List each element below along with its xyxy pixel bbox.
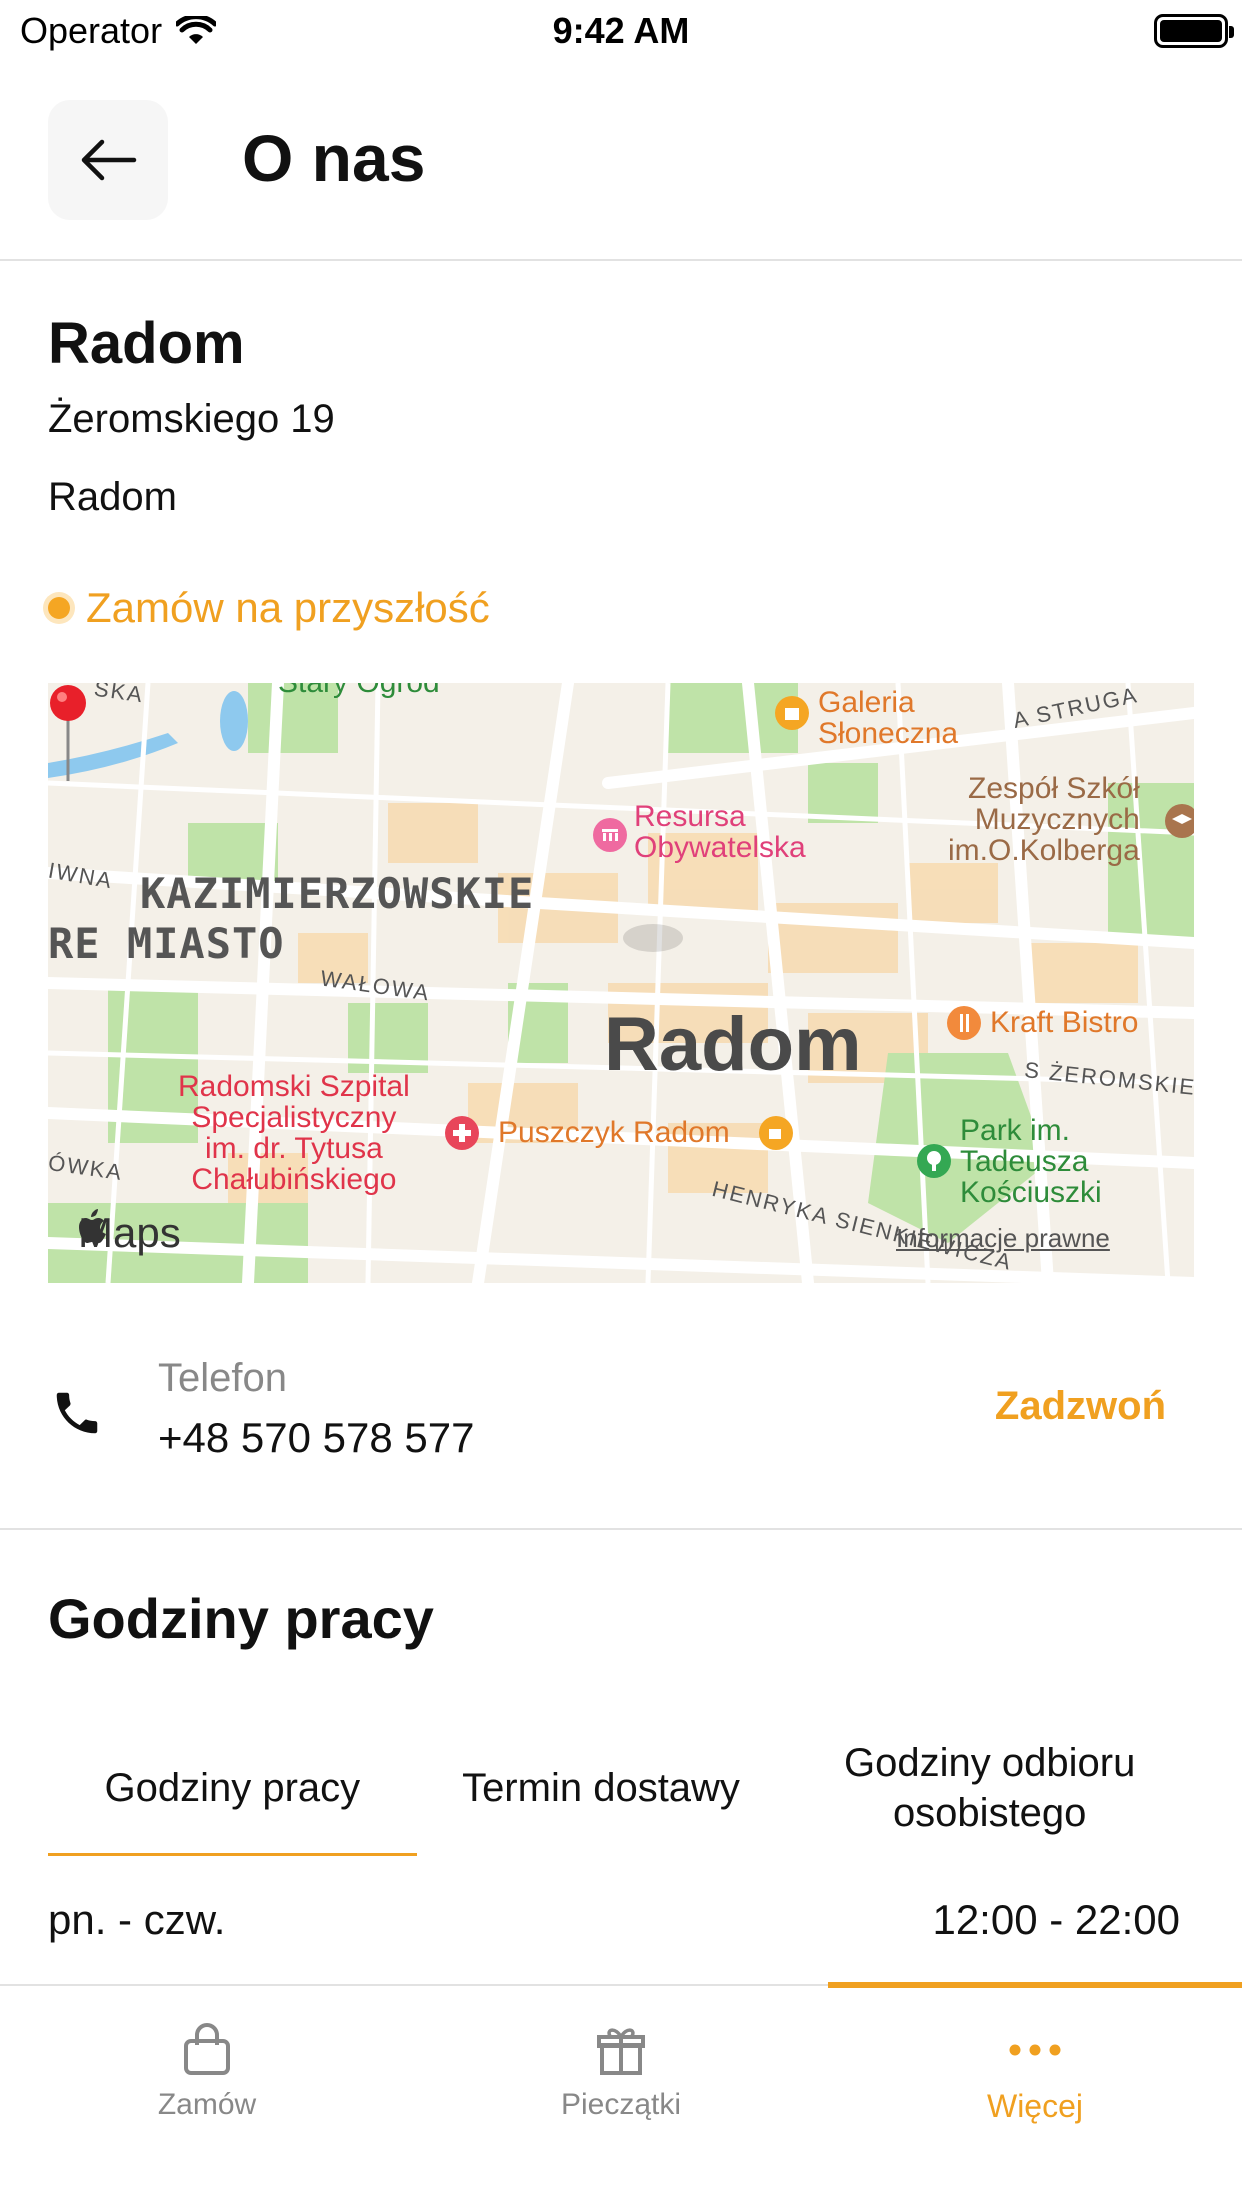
tab-working-hours[interactable]: Godziny pracy <box>48 1720 417 1856</box>
map-district-label-2: RE MIASTO <box>48 919 285 968</box>
page-title: O nas <box>242 121 426 195</box>
cafe-icon <box>759 1116 793 1150</box>
map-poi-zespol-line3: im.O.Kolberga <box>948 834 1140 867</box>
nav-label-order: Zamów <box>157 2088 257 2121</box>
hours-title: Godziny pracy <box>48 1587 434 1650</box>
map-pin-icon <box>50 685 86 781</box>
hospital-icon <box>445 1116 479 1150</box>
map-poi-resursa-line1: Resursa <box>634 800 746 833</box>
status-text: Zamów na przyszłość <box>86 584 490 631</box>
apple-maps-logo: Maps <box>78 1209 181 1257</box>
map-poi-galeria: Galeria Słoneczna <box>818 687 958 749</box>
bag-icon <box>179 2022 235 2078</box>
map-poi-zespol-line2: Muzycznych <box>974 803 1140 836</box>
map-poi-szpital-line1: Radomski Szpital <box>178 1070 410 1103</box>
hours-tabs: Godziny pracy Termin dostawy Godziny odb… <box>48 1720 1194 1856</box>
tab-delivery-time[interactable]: Termin dostawy <box>417 1720 786 1856</box>
map-poi-park: Park im. Tadeusza Kościuszki <box>960 1115 1102 1208</box>
call-button[interactable]: Zadzwoń <box>995 1384 1166 1429</box>
phone-label: Telefon <box>158 1356 287 1400</box>
bottom-nav: Zamów Pieczątki Więcej <box>0 1982 1242 2208</box>
phone-row: Telefon +48 570 578 577 Zadzwoń <box>0 1330 1242 1530</box>
arrow-left-icon <box>81 139 137 181</box>
more-dots-icon <box>1007 2022 1063 2078</box>
map-poi-resursa-line2: Obywatelska <box>634 831 806 864</box>
hours-days: pn. - czw. <box>48 1896 226 1943</box>
map-poi-puszczyk: Puszczyk Radom <box>498 1116 730 1149</box>
map-poi-galeria-line2: Słoneczna <box>818 717 959 750</box>
order-status: Zamów na przyszłość <box>48 584 490 632</box>
map-poi-stary-ogrod: Stary Ogród <box>278 683 440 698</box>
hours-row: pn. - czw. 12:00 - 22:00 <box>48 1896 1180 1966</box>
map-poi-szpital-line2: Specjalistyczny <box>191 1101 397 1134</box>
apple-icon <box>79 1209 106 1243</box>
location-name: Radom <box>48 311 245 376</box>
nav-item-stamps[interactable]: Pieczątki <box>414 1986 828 2208</box>
map-poi-zespol: Zespół Szkół Muzycznych im.O.Kolberga <box>948 773 1140 866</box>
nav-label-stamps: Pieczątki <box>560 2088 682 2121</box>
back-button[interactable] <box>48 100 168 220</box>
map-poi-szpital-line3: im. dr. Tytusa <box>204 1132 383 1165</box>
phone-number: +48 570 578 577 <box>158 1414 475 1461</box>
map-poi-park-line3: Kościuszki <box>960 1176 1102 1209</box>
map-poi-park-line2: Tadeusza <box>960 1145 1089 1178</box>
map[interactable]: KAZIMIERZOWSKIE RE MIASTO Radom Stary Og… <box>48 683 1194 1283</box>
address-street: Żeromskiego 19 <box>48 397 335 441</box>
map-poi-szpital: Radomski Szpital Specjalistyczny im. dr.… <box>178 1071 410 1195</box>
park-icon <box>917 1144 951 1178</box>
school-icon <box>1165 804 1194 838</box>
restaurant-icon <box>947 1006 981 1040</box>
gift-icon <box>593 2022 649 2078</box>
address-city: Radom <box>48 475 177 519</box>
shopping-icon <box>775 696 809 730</box>
map-city-label: Radom <box>604 1002 862 1087</box>
map-poi-park-line1: Park im. <box>960 1114 1071 1147</box>
nav-item-more[interactable]: Więcej <box>828 1982 1242 2208</box>
map-district-label: KAZIMIERZOWSKIE <box>140 869 535 918</box>
nav-item-order[interactable]: Zamów <box>0 1986 414 2208</box>
tab-pickup-hours[interactable]: Godziny odbioru osobistego <box>785 1720 1194 1856</box>
map-poi-galeria-line1: Galeria <box>818 686 915 719</box>
status-time: 9:42 AM <box>552 10 690 51</box>
status-bar: Operator 9:42 AM <box>0 0 1242 62</box>
hours-time: 12:00 - 22:00 <box>932 1896 1180 1943</box>
phone-icon <box>56 1392 98 1434</box>
status-dot-icon <box>48 597 70 619</box>
header: O nas <box>0 62 1242 261</box>
museum-icon <box>593 818 627 852</box>
map-poi-kraft: Kraft Bistro <box>990 1006 1139 1039</box>
map-poi-resursa: Resursa Obywatelska <box>634 801 806 863</box>
battery-icon <box>1154 14 1234 48</box>
map-poi-zespol-line1: Zespół Szkół <box>968 772 1140 805</box>
map-legal-link[interactable]: Informacje prawne <box>896 1223 1110 1254</box>
nav-label-more: Więcej <box>986 2088 1083 2124</box>
map-poi-szpital-line4: Chałubińskiego <box>191 1163 397 1196</box>
